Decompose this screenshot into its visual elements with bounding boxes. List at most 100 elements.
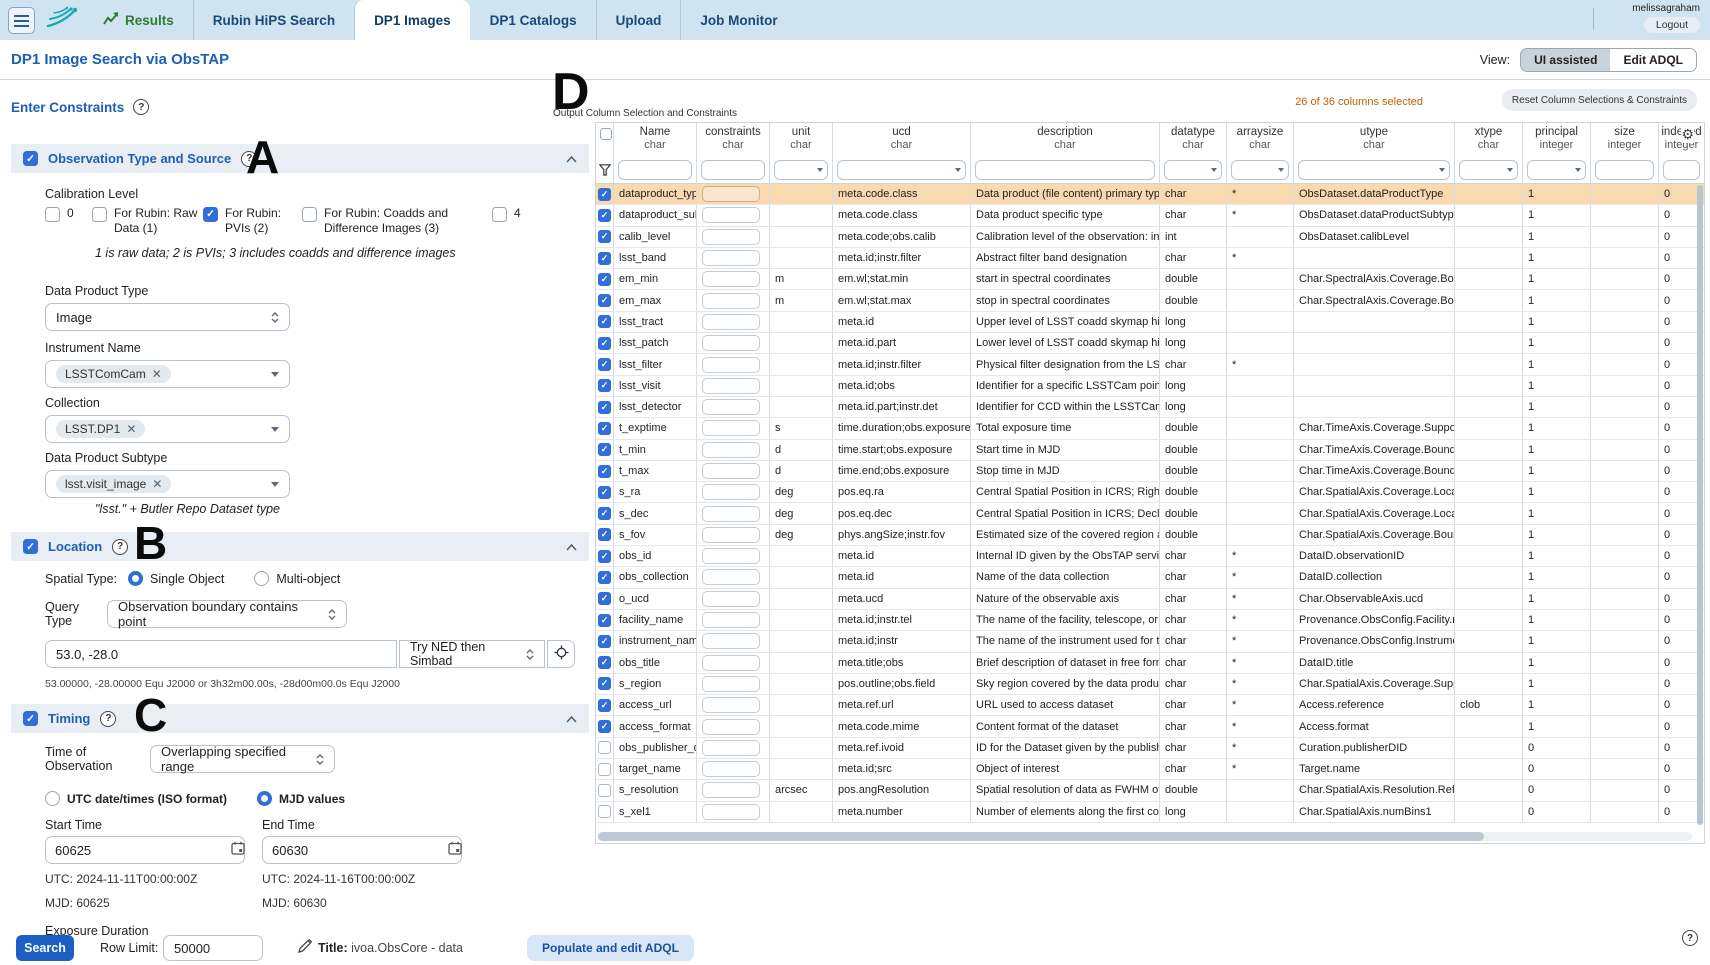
column-header-size[interactable]: sizeinteger bbox=[1591, 123, 1659, 156]
constraint-input[interactable] bbox=[702, 548, 760, 564]
table-row[interactable]: lsst_filtermeta.id;instr.filterPhysical … bbox=[596, 354, 1704, 375]
search-button[interactable]: Search bbox=[16, 935, 74, 961]
tab-dp1-catalogs[interactable]: DP1 Catalogs bbox=[470, 0, 596, 40]
column-header-name[interactable]: Namechar bbox=[614, 123, 697, 156]
row-checkbox[interactable] bbox=[598, 209, 611, 222]
table-row[interactable]: t_mindtime.start;obs.exposureStart time … bbox=[596, 440, 1704, 461]
query-type-select[interactable]: Observation boundary contains point bbox=[107, 600, 347, 628]
constraint-input[interactable] bbox=[702, 463, 760, 479]
row-checkbox[interactable] bbox=[598, 401, 611, 414]
table-row[interactable]: em_minmem.wl;stat.minstart in spectral c… bbox=[596, 269, 1704, 290]
column-header-unit[interactable]: unitchar bbox=[770, 123, 833, 156]
checkbox[interactable] bbox=[92, 207, 107, 222]
row-checkbox[interactable] bbox=[598, 614, 611, 627]
filter-name-input[interactable] bbox=[618, 160, 692, 180]
checkbox[interactable] bbox=[492, 207, 507, 222]
calendar-icon[interactable] bbox=[448, 841, 462, 860]
table-row[interactable]: s_resolutionarcsecpos.angResolutionSpati… bbox=[596, 780, 1704, 801]
select-all-checkbox[interactable] bbox=[600, 128, 612, 140]
start-time-input[interactable] bbox=[45, 836, 245, 864]
constraint-input[interactable] bbox=[702, 569, 760, 585]
horizontal-scrollbar[interactable] bbox=[598, 832, 1692, 841]
table-row[interactable]: s_regionpos.outline;obs.fieldSky region … bbox=[596, 674, 1704, 695]
filter-indexed-input[interactable] bbox=[1663, 160, 1700, 180]
row-checkbox[interactable] bbox=[598, 571, 611, 584]
logout-button[interactable]: Logout bbox=[1644, 17, 1700, 33]
table-row[interactable]: lsst_detectormeta.id.part;instr.detIdent… bbox=[596, 397, 1704, 418]
row-checkbox[interactable] bbox=[598, 635, 611, 648]
column-header-utype[interactable]: utypechar bbox=[1294, 123, 1455, 156]
table-row[interactable]: lsst_bandmeta.id;instr.filterAbstract fi… bbox=[596, 248, 1704, 269]
vertical-scrollbar[interactable] bbox=[1697, 185, 1703, 825]
constraint-input[interactable] bbox=[702, 697, 760, 713]
calib-option-raw[interactable]: For Rubin: Raw Data (1) bbox=[92, 206, 203, 236]
constraint-input[interactable] bbox=[702, 612, 760, 628]
radio-single-object[interactable] bbox=[128, 571, 143, 586]
section-checkbox[interactable] bbox=[23, 539, 38, 554]
collection-select[interactable]: LSST.DP1 ✕ bbox=[45, 415, 290, 443]
row-checkbox[interactable] bbox=[598, 315, 611, 328]
constraint-input[interactable] bbox=[702, 335, 760, 351]
constraint-input[interactable] bbox=[702, 804, 760, 820]
radio-utc[interactable] bbox=[45, 791, 60, 806]
row-checkbox[interactable] bbox=[598, 677, 611, 690]
table-row[interactable]: lsst_visitmeta.id;obsIdentifier for a sp… bbox=[596, 376, 1704, 397]
column-header-description[interactable]: descriptionchar bbox=[971, 123, 1160, 156]
row-checkbox[interactable] bbox=[598, 741, 611, 754]
row-checkbox[interactable] bbox=[598, 763, 611, 776]
close-icon[interactable]: ✕ bbox=[152, 477, 162, 491]
tab-upload[interactable]: Upload bbox=[596, 0, 681, 40]
calendar-icon[interactable] bbox=[231, 841, 245, 860]
radio-multi-object[interactable] bbox=[254, 571, 269, 586]
table-row[interactable]: o_ucdmeta.ucdNature of the observable ax… bbox=[596, 589, 1704, 610]
data-product-type-select[interactable]: Image bbox=[45, 303, 290, 331]
table-row[interactable]: instrument_namemeta.id;instrThe name of … bbox=[596, 631, 1704, 652]
filter-principal-select[interactable] bbox=[1527, 160, 1586, 180]
table-row[interactable]: target_namemeta.id;srcObject of interest… bbox=[596, 759, 1704, 780]
row-checkbox[interactable] bbox=[598, 188, 611, 201]
constraint-input[interactable] bbox=[702, 250, 760, 266]
table-row[interactable]: lsst_patchmeta.id.partLower level of LSS… bbox=[596, 333, 1704, 354]
calib-option-pvis[interactable]: For Rubin: PVIs (2) bbox=[203, 206, 302, 236]
constraint-input[interactable] bbox=[702, 378, 760, 394]
row-checkbox[interactable] bbox=[598, 273, 611, 286]
row-checkbox[interactable] bbox=[598, 805, 611, 818]
end-time-input[interactable] bbox=[262, 836, 462, 864]
row-checkbox[interactable] bbox=[598, 422, 611, 435]
populate-adql-button[interactable]: Populate and edit ADQL bbox=[527, 935, 694, 961]
row-checkbox[interactable] bbox=[598, 550, 611, 563]
row-checkbox[interactable] bbox=[598, 337, 611, 350]
data-product-subtype-select[interactable]: lsst.visit_image ✕ bbox=[45, 470, 290, 498]
column-header-constraints[interactable]: constraintschar bbox=[697, 123, 770, 156]
filter-constraints-input[interactable] bbox=[701, 160, 765, 180]
row-checkbox[interactable] bbox=[598, 443, 611, 456]
row-checkbox[interactable] bbox=[598, 656, 611, 669]
constraint-input[interactable] bbox=[702, 357, 760, 373]
row-checkbox[interactable] bbox=[598, 252, 611, 265]
checkbox[interactable] bbox=[302, 207, 317, 222]
constraint-input[interactable] bbox=[702, 591, 760, 607]
constraint-input[interactable] bbox=[702, 719, 760, 735]
section-timing-header[interactable]: Timing ? C bbox=[11, 704, 589, 733]
close-icon[interactable]: ✕ bbox=[152, 367, 162, 381]
help-icon[interactable]: ? bbox=[241, 151, 257, 167]
table-row[interactable]: obs_titlemeta.title;obsBrief description… bbox=[596, 653, 1704, 674]
row-checkbox[interactable] bbox=[598, 230, 611, 243]
table-row[interactable]: em_maxmem.wl;stat.maxstop in spectral co… bbox=[596, 290, 1704, 311]
view-option-edit-adql[interactable]: Edit ADQL bbox=[1610, 49, 1696, 71]
filter-description-input[interactable] bbox=[975, 160, 1155, 180]
help-icon[interactable]: ? bbox=[112, 539, 128, 555]
row-checkbox[interactable] bbox=[598, 465, 611, 478]
gear-icon[interactable]: ⚙ bbox=[1681, 126, 1694, 143]
chevron-up-icon[interactable] bbox=[566, 150, 577, 168]
row-checkbox[interactable] bbox=[598, 507, 611, 520]
row-checkbox[interactable] bbox=[598, 784, 611, 797]
table-row[interactable]: obs_publisher_didmeta.ref.ivoidID for th… bbox=[596, 738, 1704, 759]
constraint-input[interactable] bbox=[702, 633, 760, 649]
row-checkbox[interactable] bbox=[598, 592, 611, 605]
filter-utype-select[interactable] bbox=[1298, 160, 1450, 180]
section-checkbox[interactable] bbox=[23, 711, 38, 726]
row-checkbox[interactable] bbox=[598, 699, 611, 712]
view-option-ui-assisted[interactable]: UI assisted bbox=[1521, 49, 1610, 71]
section-location-header[interactable]: Location ? B bbox=[11, 532, 589, 561]
